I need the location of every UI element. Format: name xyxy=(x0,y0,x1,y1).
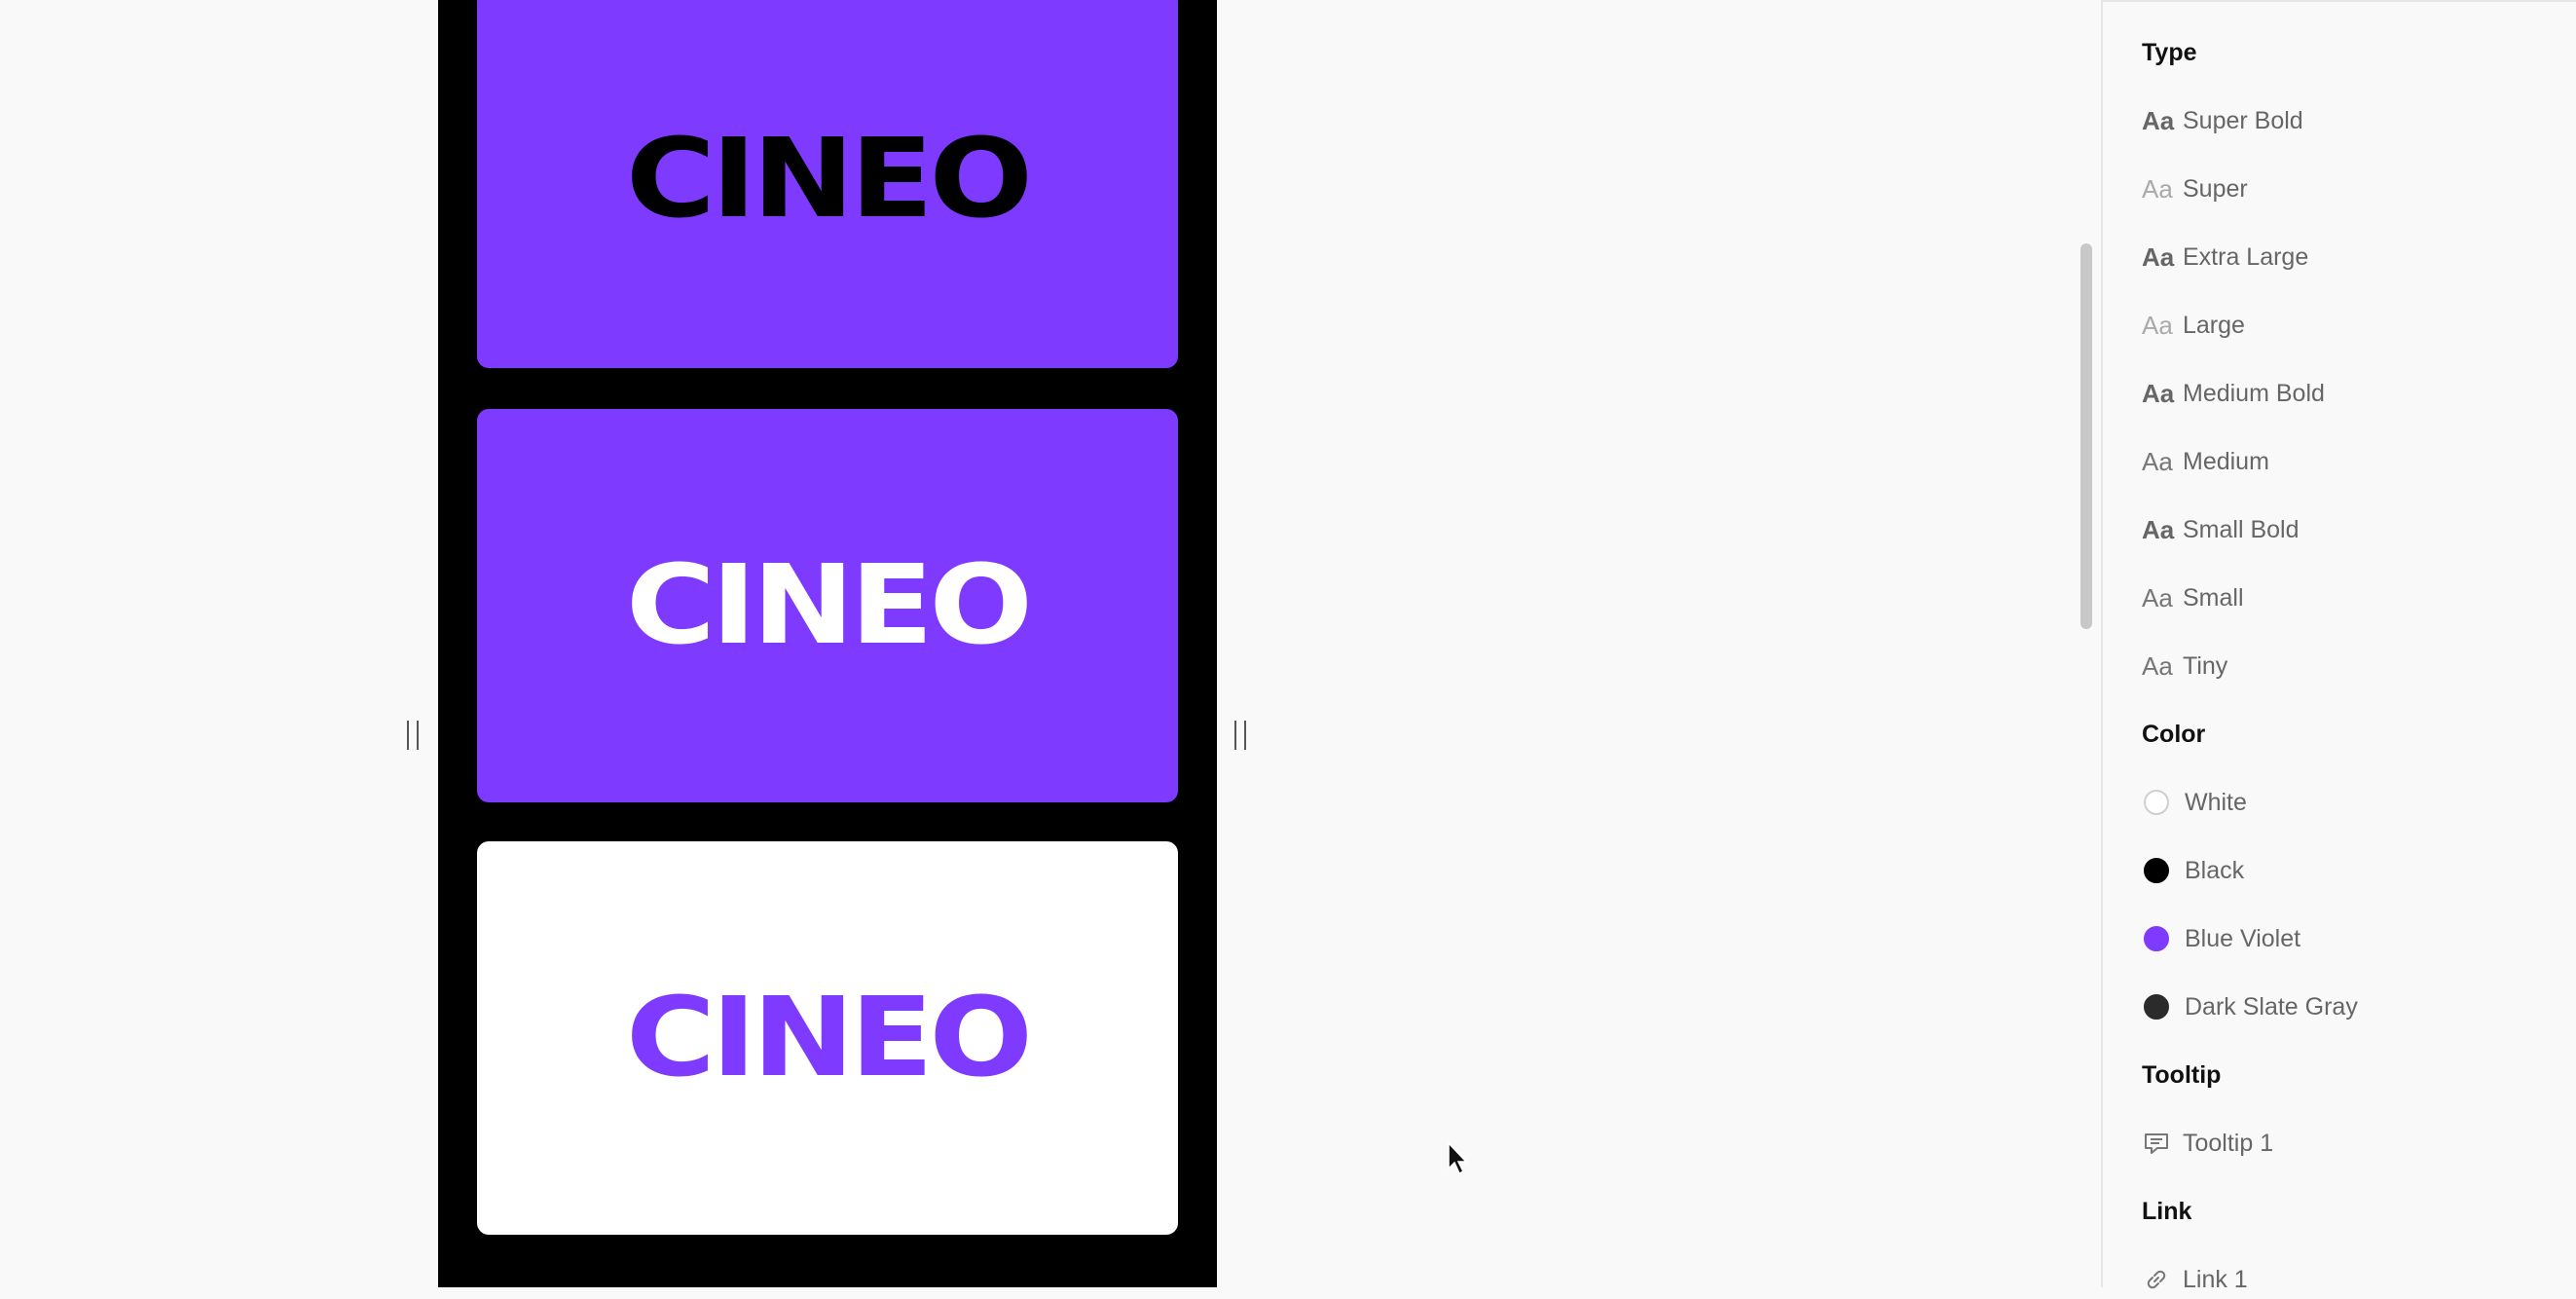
card-preview[interactable]: CINEO xyxy=(477,0,1178,368)
card-preview[interactable]: CINEO xyxy=(477,409,1178,802)
section-title-type: Type xyxy=(2142,39,2197,66)
tooltip-item-label: Tooltip 1 xyxy=(2183,1129,2274,1157)
type-sample-icon: Aa xyxy=(2142,378,2175,408)
type-item-small[interactable]: Aa Small xyxy=(2142,578,2244,617)
card-text: CINEO xyxy=(626,116,1033,242)
canvas: CINEO CINEO CINEO xyxy=(0,0,2072,1287)
link-item-label: Link 1 xyxy=(2183,1265,2248,1293)
comment-icon xyxy=(2145,1133,2168,1154)
tooltip-item[interactable]: Tooltip 1 xyxy=(2142,1124,2273,1163)
scrollbar-track[interactable] xyxy=(2072,0,2101,1287)
mouse-pointer-icon xyxy=(1448,1141,1468,1175)
scrollbar-thumb[interactable] xyxy=(2080,243,2092,629)
color-item-dark-slate-gray[interactable]: Dark Slate Gray xyxy=(2142,987,2358,1026)
type-item-label: Extra Large xyxy=(2183,242,2309,271)
color-item-blue-violet[interactable]: Blue Violet xyxy=(2142,919,2300,958)
type-item-medium[interactable]: Aa Medium xyxy=(2142,442,2269,481)
type-sample-icon: Aa xyxy=(2142,173,2173,204)
type-sample-icon: Aa xyxy=(2142,446,2173,476)
resize-handle-left[interactable] xyxy=(407,721,419,750)
type-item-label: Medium Bold xyxy=(2183,379,2325,407)
type-item-label: Super Bold xyxy=(2183,106,2303,134)
type-item-super-bold[interactable]: Aa Super Bold xyxy=(2142,101,2303,140)
link-icon xyxy=(2147,1270,2166,1289)
color-swatch-icon xyxy=(2144,994,2169,1020)
color-item-black[interactable]: Black xyxy=(2142,851,2244,890)
section-title-color: Color xyxy=(2142,721,2206,748)
type-item-label: Super xyxy=(2183,174,2248,203)
type-sample-icon: Aa xyxy=(2142,650,2173,681)
type-item-medium-bold[interactable]: Aa Medium Bold xyxy=(2142,374,2325,413)
preview-frame: CINEO CINEO CINEO xyxy=(438,0,1217,1287)
color-item-label: White xyxy=(2185,788,2247,816)
card-text: CINEO xyxy=(626,542,1033,669)
type-sample-icon: Aa xyxy=(2142,105,2175,135)
type-item-large[interactable]: Aa Large xyxy=(2142,306,2245,345)
card-text: CINEO xyxy=(626,975,1033,1101)
color-swatch-icon xyxy=(2144,790,2169,815)
section-title-link: Link xyxy=(2142,1198,2192,1225)
color-item-white[interactable]: White xyxy=(2142,783,2247,822)
type-item-label: Tiny xyxy=(2183,651,2228,680)
resize-handle-right[interactable] xyxy=(1234,721,1246,750)
color-swatch-icon xyxy=(2144,858,2169,883)
link-item[interactable]: Link 1 xyxy=(2142,1260,2248,1299)
color-item-label: Blue Violet xyxy=(2185,924,2301,952)
style-panel: Type Aa Super Bold Aa Super Aa Extra Lar… xyxy=(2101,0,2576,1293)
color-item-label: Dark Slate Gray xyxy=(2185,992,2358,1021)
card-preview[interactable]: CINEO xyxy=(477,841,1178,1235)
type-item-label: Small xyxy=(2183,583,2244,612)
color-swatch-icon xyxy=(2144,926,2169,951)
color-item-label: Black xyxy=(2185,856,2245,884)
type-sample-icon: Aa xyxy=(2142,514,2175,544)
type-sample-icon: Aa xyxy=(2142,241,2175,272)
type-item-extra-large[interactable]: Aa Extra Large xyxy=(2142,238,2308,277)
section-title-tooltip: Tooltip xyxy=(2142,1061,2222,1089)
type-item-tiny[interactable]: Aa Tiny xyxy=(2142,647,2227,686)
type-item-super[interactable]: Aa Super xyxy=(2142,169,2248,208)
type-item-small-bold[interactable]: Aa Small Bold xyxy=(2142,510,2300,549)
type-item-label: Small Bold xyxy=(2183,515,2300,543)
type-sample-icon: Aa xyxy=(2142,582,2173,612)
type-item-label: Medium xyxy=(2183,447,2269,475)
type-sample-icon: Aa xyxy=(2142,310,2173,340)
type-item-label: Large xyxy=(2183,311,2245,339)
